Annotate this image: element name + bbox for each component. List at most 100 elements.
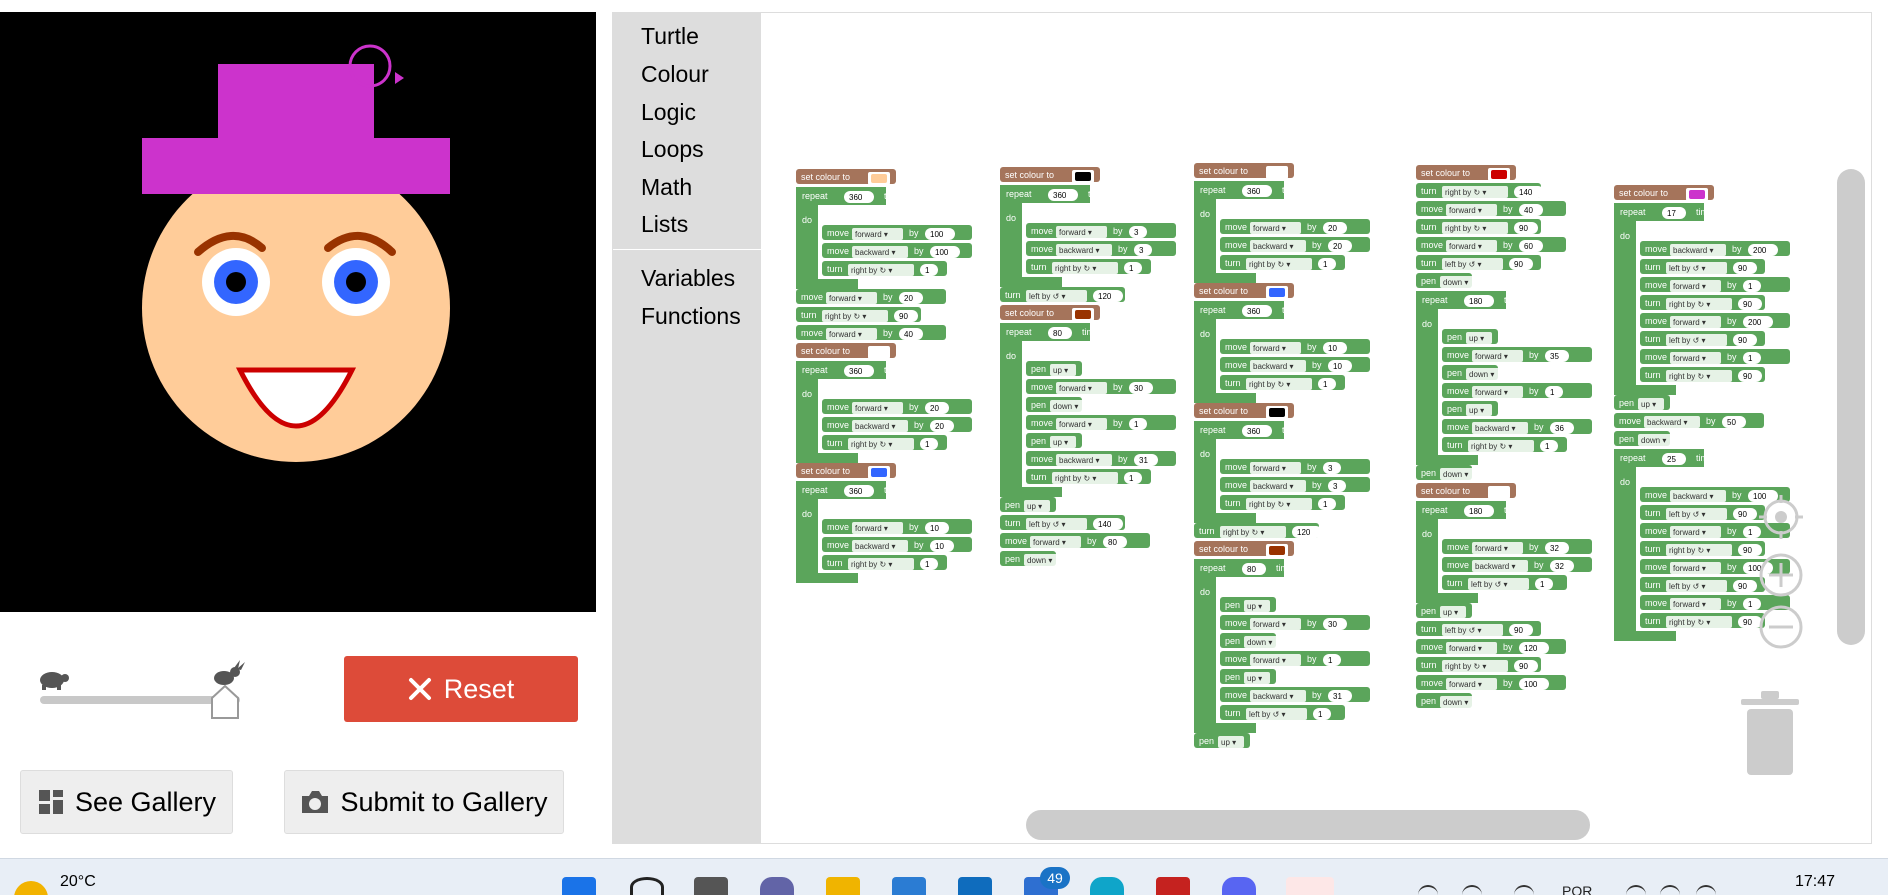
language-indicator[interactable]: POR — [1562, 883, 1592, 895]
block-stack-3[interactable]: set colour to repeat 360 times do move forward… — [1194, 163, 1370, 748]
colour-swatch[interactable] — [1491, 488, 1507, 497]
block-canvas[interactable]: set colour to repeat 360 timesdomove forward… — [613, 13, 1872, 844]
block-move[interactable]: move backward ▾ by 20 — [1220, 237, 1370, 252]
block-turn[interactable]: turn left by ↺ ▾ 1 — [1220, 705, 1345, 720]
block-move[interactable]: move backward ▾ by 100 — [822, 243, 972, 258]
block-repeat[interactable]: repeat 360 timesdomove forward ▾ by 100move ba… — [796, 187, 972, 289]
block-turn[interactable]: turn right by ↻ ▾ 1 — [1220, 375, 1345, 390]
task-view-icon[interactable] — [694, 877, 728, 895]
colour-swatch[interactable] — [1075, 172, 1091, 181]
block-turn[interactable]: turn left by ↺ ▾ 90 — [1640, 577, 1765, 592]
block-turn[interactable]: turn left by ↺ ▾ 90 — [1640, 259, 1765, 274]
block-move[interactable]: move forward ▾ by 1 — [1640, 277, 1790, 292]
block-repeat[interactable]: repeat 360 timesdomove forward ▾ by 10move bac… — [796, 481, 972, 583]
block-move[interactable]: move forward ▾ by 100 — [1416, 675, 1566, 690]
block-turn[interactable]: turn left by ↺ ▾ 90 — [1416, 255, 1541, 270]
block-turn[interactable]: turn left by ↺ ▾ 140 — [1000, 515, 1125, 530]
block-colour[interactable]: set colour to — [1416, 483, 1516, 499]
block-pen[interactable]: pen up ▾ — [1026, 433, 1082, 448]
weather-temperature[interactable]: 20°C — [60, 873, 96, 891]
block-stack-1[interactable]: set colour to repeat 360 times do move forward… — [796, 169, 972, 583]
edge-icon[interactable] — [1090, 877, 1124, 895]
block-turn[interactable]: turn right by ↻ ▾ 1 — [1442, 437, 1567, 452]
block-turn[interactable]: turn right by ↻ ▾ 1 — [1220, 495, 1345, 510]
block-move[interactable]: move forward ▾ by 3 — [1220, 459, 1370, 474]
block-move[interactable]: move backward ▾ by 200 — [1640, 241, 1790, 256]
block-move[interactable]: move backward ▾ by 50 — [1614, 413, 1764, 428]
block-pen[interactable]: pen down ▾ — [1416, 693, 1476, 708]
block-colour[interactable]: set colour to — [1614, 185, 1714, 201]
block-turn[interactable]: turn right by ↻ ▾ 1 — [822, 435, 947, 450]
block-move[interactable]: move forward ▾ by 100 — [822, 225, 972, 240]
discord-icon[interactable] — [1222, 877, 1256, 895]
block-move[interactable]: move forward ▾ by 20 — [1220, 219, 1370, 234]
colour-swatch[interactable] — [1075, 310, 1091, 319]
block-move[interactable]: move forward ▾ by 30 — [1026, 379, 1176, 394]
block-move[interactable]: move forward ▾ by 40 — [1416, 201, 1566, 216]
colour-swatch[interactable] — [1269, 408, 1285, 417]
block-pen[interactable]: pen up ▾ — [1442, 329, 1498, 344]
block-stack-4[interactable]: set colour toturn right by ↻ ▾ 140move forw… — [1416, 165, 1592, 708]
colour-swatch[interactable] — [1269, 288, 1285, 297]
block-move[interactable]: move forward ▾ by 1 — [1442, 383, 1592, 398]
block-repeat[interactable]: repeat 360 timesdomove forward ▾ by 20move bac… — [1194, 181, 1370, 283]
block-turn[interactable]: turn right by ↻ ▾ 1 — [1026, 259, 1151, 274]
zoom-out-icon[interactable] — [1759, 605, 1803, 649]
app-icon[interactable] — [892, 877, 926, 895]
block-turn[interactable]: turn right by ↻ ▾ 90 — [1416, 219, 1541, 234]
block-pen[interactable]: pen down ▾ — [1442, 365, 1502, 380]
block-pen[interactable]: pen down ▾ — [1000, 551, 1060, 566]
block-colour[interactable]: set colour to — [796, 169, 896, 185]
block-turn[interactable]: turn right by ↻ ▾ 1 — [1026, 469, 1151, 484]
block-pen[interactable]: pen up ▾ — [1220, 669, 1276, 684]
block-turn[interactable]: turn right by ↻ ▾ 1 — [822, 555, 947, 570]
block-move[interactable]: move forward ▾ by 10 — [1220, 339, 1370, 354]
block-colour[interactable]: set colour to — [1000, 305, 1100, 321]
zoom-reset-icon[interactable] — [1759, 495, 1803, 539]
block-move[interactable]: move forward ▾ by 1 — [1220, 651, 1370, 666]
speed-slider[interactable] — [36, 660, 256, 720]
colour-swatch[interactable] — [1269, 546, 1285, 555]
block-pen[interactable]: pen down ▾ — [1614, 431, 1674, 446]
block-repeat[interactable]: repeat 360 times do move forward ▾ by 3 move back… — [1000, 185, 1176, 287]
block-move[interactable]: move forward ▾ by 32 — [1442, 539, 1592, 554]
block-move[interactable]: move forward ▾ by 35 — [1442, 347, 1592, 362]
block-colour[interactable]: set colour to — [1194, 163, 1294, 179]
block-turn[interactable]: turn left by ↺ ▾ 90 — [1416, 621, 1541, 636]
search-icon[interactable] — [630, 877, 664, 895]
block-colour[interactable]: set colour to — [796, 343, 896, 359]
block-move[interactable]: move forward ▾ by 80 — [1000, 533, 1150, 548]
block-turn[interactable]: turn right by ↻ ▾ 1 — [1220, 255, 1345, 270]
block-colour[interactable]: set colour to — [796, 463, 896, 479]
pen-icon[interactable] — [1514, 885, 1534, 895]
block-move[interactable]: move forward ▾ by 30 — [1220, 615, 1370, 630]
block-colour[interactable]: set colour to — [1194, 541, 1294, 557]
block-turn[interactable]: turn left by ↺ ▾ 120 — [1000, 287, 1125, 302]
folder-icon[interactable] — [826, 877, 860, 895]
block-pen[interactable]: pen up ▾ — [1026, 361, 1082, 376]
trash-icon[interactable] — [1737, 689, 1803, 779]
block-repeat[interactable]: repeat 180 timesdopen up ▾move forward ▾ by 35… — [1416, 291, 1592, 465]
colour-swatch[interactable] — [1269, 168, 1285, 177]
block-move[interactable]: move backward ▾ by 3 — [1220, 477, 1370, 492]
block-move[interactable]: move backward ▾ by 20 — [822, 417, 972, 432]
block-pen[interactable]: pen up ▾ — [1000, 497, 1056, 512]
block-move[interactable]: move backward ▾ by 10 — [822, 537, 972, 552]
block-workspace[interactable]: Turtle Colour Logic Loops Math Lists Var… — [612, 12, 1872, 844]
block-turn[interactable]: turn left by ↺ ▾ 90 — [1640, 331, 1765, 346]
battery-icon[interactable] — [1696, 885, 1716, 895]
tray-app-icon[interactable] — [1462, 885, 1482, 895]
slider-handle[interactable] — [210, 684, 240, 720]
reset-button[interactable]: Reset — [344, 656, 578, 722]
block-move[interactable]: move backward ▾ by 31 — [1220, 687, 1370, 702]
block-turn[interactable]: turn right by ↻ ▾ 120 — [1194, 523, 1322, 538]
block-pen[interactable]: pen down ▾ — [1220, 633, 1280, 648]
start-icon[interactable] — [562, 877, 596, 895]
block-turn[interactable]: turn right by ↻ ▾ 90 — [1640, 367, 1765, 382]
block-move[interactable]: move forward ▾ by 200 — [1640, 313, 1790, 328]
block-pen[interactable]: pen down ▾ — [1026, 397, 1086, 412]
block-pen[interactable]: pen down ▾ — [1416, 273, 1476, 288]
submit-gallery-button[interactable]: Submit to Gallery — [284, 770, 564, 834]
block-repeat[interactable]: repeat 80 timesdopen up ▾move forward ▾ by 30p… — [1194, 559, 1370, 733]
chevron-up-icon[interactable] — [1418, 885, 1438, 895]
